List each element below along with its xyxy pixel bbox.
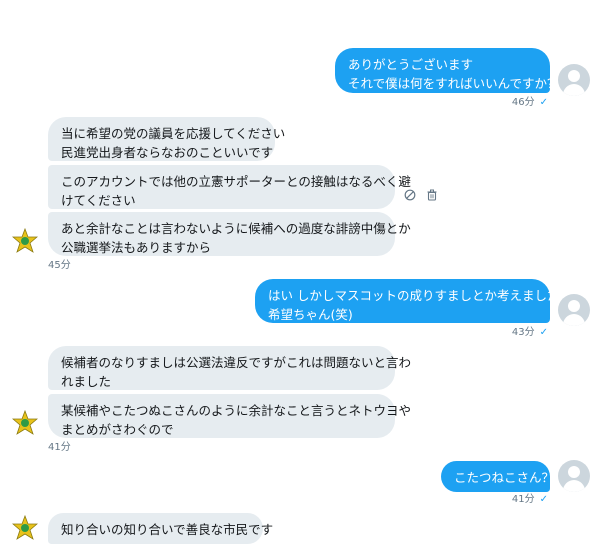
message-text: 某候補やこたつぬこさんのように余計なこと言うとネトウヨや: [61, 403, 412, 418]
default-user-icon: [568, 466, 580, 478]
block-icon[interactable]: [404, 189, 416, 201]
message-text: れました: [61, 374, 112, 389]
message-timestamp: 43分 ✓: [511, 327, 548, 338]
message-actions: [404, 189, 438, 201]
message-bubble-received[interactable]: 知り合いの知り合いで善良な市民です: [48, 513, 274, 544]
message-timestamp: 46分 ✓: [511, 97, 548, 108]
user-avatar[interactable]: [558, 294, 590, 326]
message-text: 知り合いの知り合いで善良な市民です: [61, 522, 274, 537]
message-text: あと余計なことは言わないように候補への過度な誹謗中傷とか: [61, 221, 411, 236]
user-avatar[interactable]: [558, 460, 590, 492]
trash-icon[interactable]: [426, 189, 438, 201]
mascot-icon[interactable]: [12, 228, 38, 254]
message-text: けてください: [61, 193, 136, 208]
default-user-icon: [568, 300, 580, 312]
message-bubble-received[interactable]: このアカウントでは他の立憲サポーターとの接触はなるべく避 けてください: [48, 165, 411, 209]
message-bubble-received[interactable]: 候補者のなりすましは公選法違反ですがこれは問題ないと言わ れました: [48, 346, 412, 390]
mascot-icon[interactable]: [12, 410, 38, 436]
message-text: 候補者のなりすましは公選法違反ですがこれは問題ないと言わ: [61, 355, 412, 370]
message-text: 当に希望の党の議員を応援してください: [61, 126, 286, 141]
message-text: このアカウントでは他の立憲サポーターとの接触はなるべく避: [61, 174, 411, 189]
message-text: 民進党出身者ならなおのこといいです: [61, 145, 274, 160]
message-bubble-received[interactable]: 当に希望の党の議員を応援してください 民進党出身者ならなおのこといいです: [48, 117, 286, 161]
read-check-icon: ✓: [539, 327, 548, 338]
mascot-icon[interactable]: [12, 515, 38, 541]
message-bubble-sent[interactable]: こたつねこさん？: [441, 461, 555, 492]
message-text: 希望ちゃん(笑): [268, 307, 353, 322]
message-text: まとめがさわぐので: [61, 422, 174, 437]
message-bubble-sent[interactable]: はい しかしマスコットの成りすましとか考えましたね 希望ちゃん(笑): [255, 279, 572, 323]
message-text: それで僕は何をすればいいんですか？: [348, 76, 560, 91]
message-text: こたつねこさん？: [454, 470, 555, 485]
message-text: 公職選挙法もありますから: [61, 240, 212, 255]
default-user-icon: [568, 70, 580, 82]
message-timestamp: 41分 ✓: [511, 494, 548, 505]
message-bubble-received[interactable]: あと余計なことは言わないように候補への過度な誹謗中傷とか 公職選挙法もありますか…: [48, 212, 411, 256]
read-check-icon: ✓: [539, 97, 548, 108]
message-bubble-received[interactable]: 某候補やこたつぬこさんのように余計なこと言うとネトウヨや まとめがさわぐので: [48, 394, 412, 438]
message-text: ありがとうございます: [348, 57, 474, 72]
message-text: はい しかしマスコットの成りすましとか考えましたね: [268, 288, 572, 303]
message-bubble-sent[interactable]: ありがとうございます それで僕は何をすればいいんですか？: [335, 48, 560, 93]
user-avatar[interactable]: [558, 64, 590, 96]
read-check-icon: ✓: [539, 494, 548, 505]
dm-thread: ありがとうございます それで僕は何をすればいいんですか？ 46分 ✓ 当に希望の党…: [0, 0, 600, 547]
message-timestamp: 41分: [48, 442, 71, 453]
message-timestamp: 45分: [48, 260, 71, 271]
